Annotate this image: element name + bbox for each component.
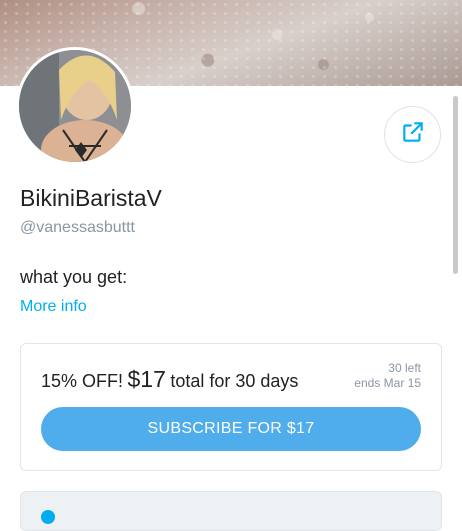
offer-headline: 15% OFF! $17 total for 30 days — [41, 366, 298, 393]
offer-end-date: ends Mar 15 — [354, 376, 421, 390]
avatar[interactable] — [16, 47, 134, 165]
subscribe-button[interactable]: SUBSCRIBE FOR $17 — [41, 407, 421, 451]
offer-discount: 15% OFF! — [41, 371, 124, 391]
offer-price: $17 — [127, 366, 166, 392]
offer-remaining: 30 left — [388, 361, 421, 375]
scrollbar[interactable] — [453, 96, 458, 274]
next-section-card — [20, 491, 442, 531]
share-icon — [400, 119, 426, 150]
info-icon — [41, 510, 55, 524]
avatar-photo — [19, 50, 131, 162]
offer-duration: total for 30 days — [170, 371, 299, 391]
share-button[interactable] — [384, 106, 441, 163]
more-info-link[interactable]: More info — [20, 298, 87, 316]
profile-name: BikiniBaristaV — [20, 185, 162, 211]
profile-about: what you get: — [20, 267, 128, 287]
subscription-offer-card: 15% OFF! $17 total for 30 days 30 left e… — [20, 343, 442, 471]
profile-username: @vanessasbuttt — [20, 219, 135, 236]
